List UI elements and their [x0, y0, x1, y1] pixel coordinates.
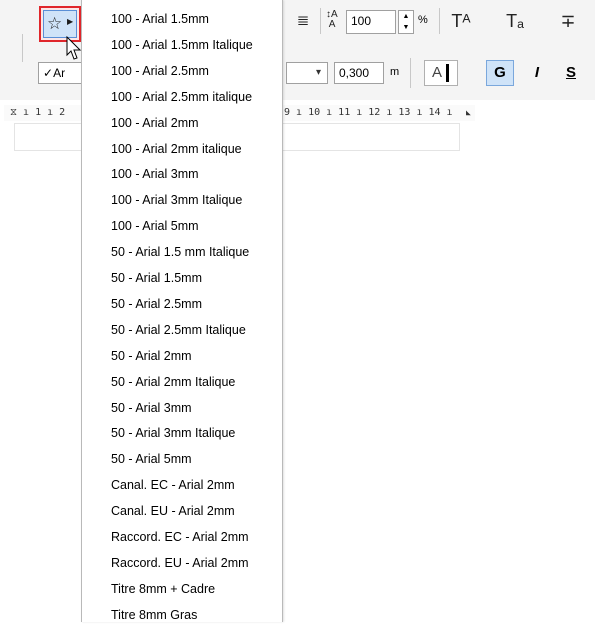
underline-label: S — [565, 64, 576, 81]
favorite-menu-item[interactable]: 50 - Arial 3mm — [111, 397, 192, 419]
line-spacing-stepper[interactable]: ▲ ▼ — [398, 10, 414, 34]
italic-label: I — [534, 64, 540, 81]
favorites-dropdown: 100 - Arial 1.5mm 100 - Arial 1.5mm Itali… — [81, 0, 283, 622]
line-spacing-input[interactable]: 100 — [346, 10, 396, 34]
favorite-menu-item[interactable]: 50 - Arial 3mm Italique — [111, 422, 235, 444]
ruler-right-marks: 9 ı 10 ı 11 ı 12 ı 13 ı 14 ı — [284, 107, 453, 118]
favorite-menu-item[interactable]: 100 - Arial 2.5mm — [111, 60, 209, 82]
superscript-label: Tᴬ — [451, 11, 471, 31]
favorite-menu-item[interactable]: 50 - Arial 2.5mm — [111, 293, 202, 315]
chevron-down-icon[interactable]: ▾ — [286, 62, 328, 84]
caret-right-icon: ▶ — [67, 17, 74, 26]
ruler-left-marks: ⧖ ı 1 ı 2 — [10, 107, 66, 118]
favorite-menu-item[interactable]: 100 - Arial 5mm — [111, 215, 199, 237]
line-spacing-icon: ↕A A — [326, 9, 338, 30]
tab-marker-icon[interactable]: ◣ — [466, 105, 471, 121]
checkmark-icon: ✓ — [43, 66, 54, 80]
line-spacing-value: 100 — [351, 14, 372, 28]
favorite-menu-item[interactable]: 50 - Arial 1.5 mm Italique — [111, 241, 249, 263]
text-height-value: 0,300 — [339, 66, 370, 80]
color-swatch — [446, 64, 450, 83]
favorite-menu-item[interactable]: Titre 8mm + Cadre — [111, 578, 215, 600]
favorite-menu-item[interactable]: 50 - Arial 2mm Italique — [111, 371, 235, 393]
favorite-menu-item[interactable]: Canal. EC - Arial 2mm — [111, 474, 235, 496]
favorite-menu-item[interactable]: 50 - Arial 1.5mm — [111, 267, 202, 289]
align-justify-icon[interactable]: ≣ — [292, 10, 314, 32]
favorite-menu-item[interactable]: 50 - Arial 2mm — [111, 345, 192, 367]
mouse-cursor-icon — [66, 36, 82, 60]
favorite-menu-item[interactable]: 100 - Arial 2mm — [111, 112, 199, 134]
text-height-unit: m — [390, 66, 400, 78]
font-name-value: Ar — [53, 66, 66, 80]
strikethrough-icon[interactable]: ∓ — [556, 8, 580, 34]
favorite-menu-item[interactable]: 100 - Arial 2.5mm italique — [111, 86, 252, 108]
italic-button[interactable]: I — [526, 60, 548, 86]
text-color-label: A — [432, 64, 443, 81]
subscript-button[interactable]: Tₐ — [500, 8, 530, 34]
separator — [22, 34, 23, 62]
favorite-menu-item[interactable]: 100 - Arial 1.5mm Italique — [111, 34, 253, 56]
favorite-menu-item[interactable]: Raccord. EU - Arial 2mm — [111, 552, 249, 574]
text-height-input[interactable]: 0,300 — [334, 62, 384, 84]
underline-button[interactable]: S — [560, 60, 582, 86]
separator — [410, 58, 411, 88]
superscript-button[interactable]: Tᴬ — [446, 8, 476, 34]
favorite-menu-item[interactable]: Canal. EU - Arial 2mm — [111, 500, 235, 522]
separator — [320, 8, 321, 34]
favorite-menu-item[interactable]: 100 - Arial 1.5mm — [111, 8, 209, 30]
line-spacing-unit: % — [418, 14, 428, 26]
favorite-menu-item[interactable]: 50 - Arial 5mm — [111, 448, 192, 470]
favorite-menu-item[interactable]: 100 - Arial 3mm — [111, 163, 199, 185]
bold-button[interactable]: G — [486, 60, 514, 86]
favorite-menu-item[interactable]: Raccord. EC - Arial 2mm — [111, 526, 249, 548]
favorite-menu-item[interactable]: 100 - Arial 2mm italique — [111, 138, 242, 160]
text-color-button[interactable]: A — [424, 60, 458, 86]
subscript-label: Tₐ — [506, 11, 524, 31]
bold-label: G — [494, 64, 506, 81]
favorite-menu-item[interactable]: Titre 8mm Gras — [111, 604, 197, 626]
favorite-menu-item[interactable]: 50 - Arial 2.5mm Italique — [111, 319, 246, 341]
favorite-menu-item[interactable]: 100 - Arial 3mm Italique — [111, 189, 242, 211]
separator — [439, 8, 440, 34]
